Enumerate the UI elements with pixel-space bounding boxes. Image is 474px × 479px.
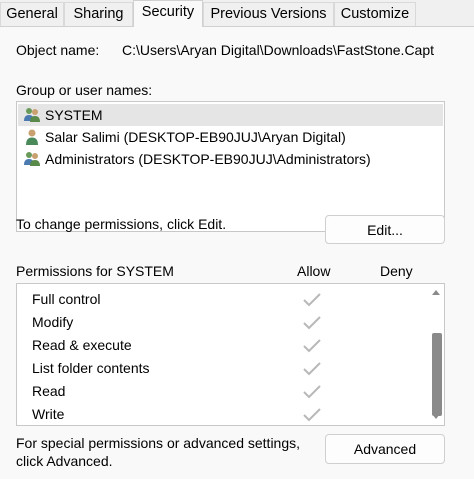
scroll-down-arrow-icon[interactable] [432,414,440,420]
group-users-icon [24,152,40,166]
tab-customize-label: Customize [340,6,410,22]
permission-name: Read [32,383,66,399]
group-names-label: Group or user names: [16,82,153,98]
tab-security-label: Security [141,4,195,20]
allow-check-icon [303,362,321,376]
allow-check-icon [303,385,321,399]
allow-check-icon [303,316,321,330]
tab-general[interactable]: General [0,2,64,26]
user-item-label: SYSTEM [45,107,103,123]
allow-check-icon [303,339,321,353]
tab-customize[interactable]: Customize [334,2,416,26]
tab-previous-versions-label: Previous Versions [210,6,327,22]
permissions-header: Permissions for SYSTEM [16,263,174,279]
permission-row-read: Read [32,380,65,402]
deny-column-label: Deny [380,263,413,279]
advanced-text-line1: For special permissions or advanced sett… [16,435,301,451]
user-item-label: Salar Salimi (DESKTOP-EB90JUJ\Aryan Digi… [45,129,346,145]
object-name-value: C:\Users\Aryan Digital\Downloads\FastSto… [122,42,435,58]
permissions-list: Full control Modify Read & execute List … [16,283,445,426]
user-list: SYSTEM Salar Salimi (DESKTOP-EB90JUJ\Ary… [16,101,445,232]
user-item-salar[interactable]: Salar Salimi (DESKTOP-EB90JUJ\Aryan Digi… [18,126,443,148]
permission-name: Write [32,406,65,422]
permission-row-write: Write [32,403,64,425]
user-item-administrators[interactable]: Administrators (DESKTOP-EB90JUJ\Administ… [18,148,443,170]
group-users-icon [24,108,40,122]
user-item-system[interactable]: SYSTEM [18,104,443,126]
permission-name: Modify [32,314,74,330]
scroll-up-arrow-icon[interactable] [432,289,440,295]
permission-row-modify: Modify [32,311,73,333]
permission-row-read-execute: Read & execute [32,334,132,356]
permission-name: Read & execute [32,337,132,353]
tab-sharing[interactable]: Sharing [64,2,133,26]
advanced-button[interactable]: Advanced [325,434,445,464]
tab-general-label: General [6,6,58,22]
tab-sharing-label: Sharing [73,6,124,22]
tab-security[interactable]: Security [133,0,203,27]
allow-check-icon [303,408,321,422]
object-name-label: Object name: [16,42,100,58]
permission-row-list-folder: List folder contents [32,357,150,379]
allow-check-icon [303,293,321,307]
advanced-text-line2: click Advanced. [16,453,113,469]
user-item-label: Administrators (DESKTOP-EB90JUJ\Administ… [45,151,371,167]
permission-name: Full control [32,291,101,307]
permission-name: List folder contents [32,360,150,376]
tab-bar: General Sharing Security Previous Versio… [0,0,474,27]
edit-button[interactable]: Edit... [325,215,445,244]
security-panel: Object name: C:\Users\Aryan Digital\Down… [0,26,474,479]
change-permissions-text: To change permissions, click Edit. [16,216,227,232]
allow-column-label: Allow [297,263,331,279]
permissions-scrollbar[interactable] [429,285,443,424]
user-icon [26,129,38,145]
tab-previous-versions[interactable]: Previous Versions [203,2,334,26]
permission-row-full-control: Full control [32,288,100,310]
scroll-thumb[interactable] [432,333,442,416]
